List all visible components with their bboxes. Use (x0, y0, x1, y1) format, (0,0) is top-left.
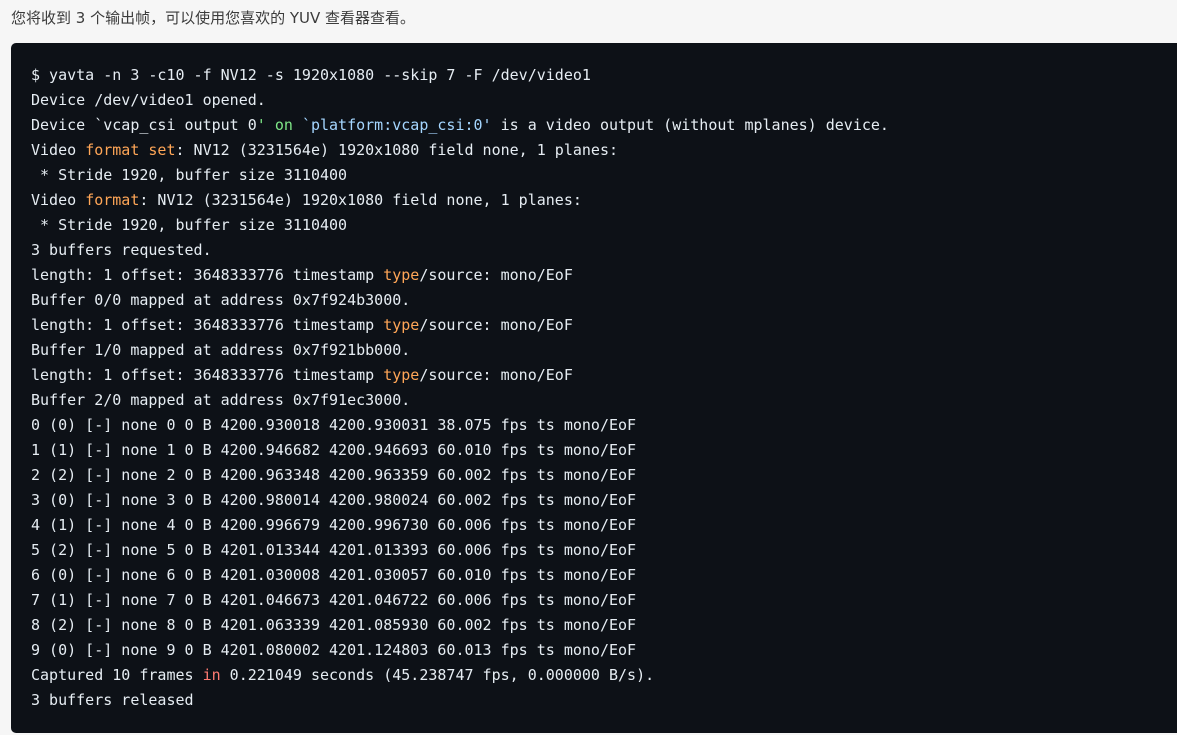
code-token: /source: mono/EoF (419, 366, 573, 384)
code-token: 4 (1) [-] none 4 0 B 4200.996679 4200.99… (31, 516, 637, 534)
code-token: * Stride 1920, buffer size 3110400 (31, 166, 348, 184)
code-token: Device `vcap_csi output 0 (31, 116, 257, 134)
code-line: 6 (0) [-] none 6 0 B 4201.030008 4201.03… (31, 563, 889, 588)
code-token: 6 (0) [-] none 6 0 B 4201.030008 4201.03… (31, 566, 637, 584)
code-token: Buffer 0/0 mapped at address 0x7f924b300… (31, 291, 411, 309)
code-token: Buffer 1/0 mapped at address 0x7f921bb00… (31, 341, 411, 359)
code-token: 3 (0) [-] none 3 0 B 4200.980014 4200.98… (31, 491, 637, 509)
code-line: Device /dev/video1 opened. (31, 88, 889, 113)
code-token: $ yavta -n 3 -c10 -f NV12 -s 1920x1080 -… (31, 66, 591, 84)
code-token: 7 (1) [-] none 7 0 B 4201.046673 4201.04… (31, 591, 637, 609)
code-token: Buffer 2/0 mapped at address 0x7f91ec300… (31, 391, 411, 409)
code-token: 0 (0) [-] none 0 0 B 4200.930018 4200.93… (31, 416, 637, 434)
code-token: Video (31, 141, 86, 159)
code-block[interactable]: $ yavta -n 3 -c10 -f NV12 -s 1920x1080 -… (11, 43, 1177, 733)
code-token: : NV12 (3231564e) 1920x1080 field none, … (175, 141, 619, 159)
code-line: 7 (1) [-] none 7 0 B 4201.046673 4201.04… (31, 588, 889, 613)
code-line: length: 1 offset: 3648333776 timestamp t… (31, 363, 889, 388)
code-line: Device `vcap_csi output 0' on `platform:… (31, 113, 889, 138)
code-line: 0 (0) [-] none 0 0 B 4200.930018 4200.93… (31, 413, 889, 438)
code-token: : NV12 (3231564e) 1920x1080 field none, … (139, 191, 582, 209)
code-line: 4 (1) [-] none 4 0 B 4200.996679 4200.99… (31, 513, 889, 538)
code-line: 9 (0) [-] none 9 0 B 4201.080002 4201.12… (31, 638, 889, 663)
code-token-green: ' on (256, 116, 302, 134)
code-line: 1 (1) [-] none 1 0 B 4200.946682 4200.94… (31, 438, 889, 463)
code-token: Video (31, 191, 86, 209)
code-line: 5 (2) [-] none 5 0 B 4201.013344 4201.01… (31, 538, 889, 563)
code-token-orange: type (383, 366, 420, 384)
code-token: * Stride 1920, buffer size 3110400 (31, 216, 348, 234)
code-token: /source: mono/EoF (419, 316, 573, 334)
code-line: Buffer 2/0 mapped at address 0x7f91ec300… (31, 388, 889, 413)
code-line: $ yavta -n 3 -c10 -f NV12 -s 1920x1080 -… (31, 63, 889, 88)
code-line: Video format set: NV12 (3231564e) 1920x1… (31, 138, 889, 163)
code-token: 0.221049 seconds (45.238747 fps, 0.00000… (220, 666, 655, 684)
code-token: 1 (1) [-] none 1 0 B 4200.946682 4200.94… (31, 441, 637, 459)
code-token-orange: format (85, 141, 140, 159)
code-token-orange: type (383, 316, 420, 334)
code-line: 3 (0) [-] none 3 0 B 4200.980014 4200.98… (31, 488, 889, 513)
code-token: 3 buffers released (31, 691, 194, 709)
intro-text: 您将收到 3 个输出帧，可以使用您喜欢的 YUV 查看器查看。 (11, 9, 416, 27)
code-token: 3 buffers requested. (31, 241, 212, 259)
code-line: Buffer 1/0 mapped at address 0x7f921bb00… (31, 338, 889, 363)
code-token-red: in (202, 666, 221, 684)
code-token: length: 1 offset: 3648333776 timestamp (31, 266, 384, 284)
code-line: 3 buffers released (31, 688, 889, 713)
code-line: Video format: NV12 (3231564e) 1920x1080 … (31, 188, 889, 213)
code-token: 8 (2) [-] none 8 0 B 4201.063339 4201.08… (31, 616, 637, 634)
code-line: 2 (2) [-] none 2 0 B 4200.963348 4200.96… (31, 463, 889, 488)
code-line: 8 (2) [-] none 8 0 B 4201.063339 4201.08… (31, 613, 889, 638)
code-line: length: 1 offset: 3648333776 timestamp t… (31, 263, 889, 288)
code-token: length: 1 offset: 3648333776 timestamp (31, 316, 384, 334)
code-token: is a video output (without mplanes) devi… (491, 116, 889, 134)
code-token: 9 (0) [-] none 9 0 B 4201.080002 4201.12… (31, 641, 637, 659)
code-line: * Stride 1920, buffer size 3110400 (31, 213, 889, 238)
code-token: 2 (2) [-] none 2 0 B 4200.963348 4200.96… (31, 466, 637, 484)
code-line: Captured 10 frames in 0.221049 seconds (… (31, 663, 889, 688)
code-line: 3 buffers requested. (31, 238, 889, 263)
code-line: * Stride 1920, buffer size 3110400 (31, 163, 889, 188)
terminal-output: $ yavta -n 3 -c10 -f NV12 -s 1920x1080 -… (31, 63, 889, 713)
code-token-orange: format (85, 191, 140, 209)
code-token: Device /dev/video1 opened. (31, 91, 266, 109)
code-token: length: 1 offset: 3648333776 timestamp (31, 366, 384, 384)
code-line: length: 1 offset: 3648333776 timestamp t… (31, 313, 889, 338)
code-token: 5 (2) [-] none 5 0 B 4201.013344 4201.01… (31, 541, 637, 559)
code-token: Captured 10 frames (31, 666, 203, 684)
code-token-string: `platform:vcap_csi:0' (301, 116, 492, 134)
code-token: /source: mono/EoF (419, 266, 573, 284)
code-token-orange: type (383, 266, 420, 284)
code-token-orange: set (148, 141, 176, 159)
code-line: Buffer 0/0 mapped at address 0x7f924b300… (31, 288, 889, 313)
